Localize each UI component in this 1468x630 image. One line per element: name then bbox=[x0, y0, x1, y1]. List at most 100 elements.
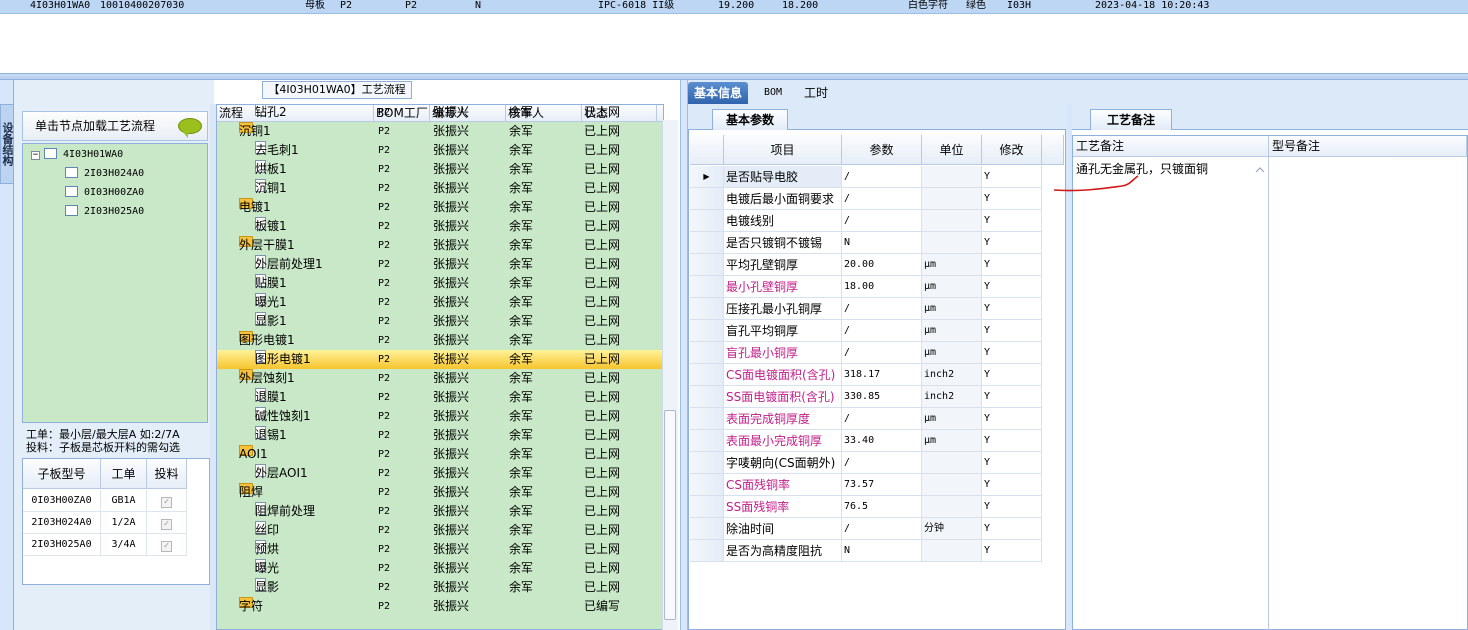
sub-grid-header[interactable]: 子板型号 bbox=[23, 459, 101, 489]
param-modified[interactable]: Y bbox=[982, 474, 1042, 496]
params-header[interactable]: 参数 bbox=[842, 135, 922, 165]
process-row[interactable]: 板镀1 P2 张振兴 余军 已上网 bbox=[217, 217, 663, 236]
process-row[interactable]: 烘板1 P2 张振兴 余军 已上网 bbox=[217, 160, 663, 179]
tree-node-child[interactable]: 0I03H00ZA0 bbox=[65, 185, 144, 201]
row-indicator[interactable] bbox=[690, 386, 724, 408]
param-value[interactable]: 18.00 bbox=[842, 276, 922, 298]
process-row[interactable]: −阻焊P2张振兴余军已上网 bbox=[217, 483, 663, 502]
param-value[interactable]: / bbox=[842, 342, 922, 364]
param-value[interactable]: / bbox=[842, 320, 922, 342]
param-item[interactable]: 最小孔壁铜厚 bbox=[724, 276, 842, 298]
sub-grid-header[interactable]: 工单 bbox=[101, 459, 147, 489]
param-item[interactable]: 电镀线别 bbox=[724, 210, 842, 232]
param-value[interactable]: / bbox=[842, 188, 922, 210]
param-value[interactable]: 76.5 bbox=[842, 496, 922, 518]
param-modified[interactable]: Y bbox=[982, 298, 1042, 320]
sub-grid-order[interactable]: GB1A bbox=[101, 490, 147, 512]
feed-checkbox[interactable]: ✓ bbox=[161, 541, 172, 552]
param-value[interactable]: / bbox=[842, 210, 922, 232]
sub-grid-order[interactable]: 3/4A bbox=[101, 534, 147, 556]
param-item[interactable]: 字唛朝向(CS面朝外) bbox=[724, 452, 842, 474]
process-row[interactable]: −图形电镀1P2张振兴余军已上网 bbox=[217, 331, 663, 350]
feed-checkbox[interactable]: ✓ bbox=[161, 519, 172, 530]
param-modified[interactable]: Y bbox=[982, 430, 1042, 452]
param-modified[interactable]: Y bbox=[982, 320, 1042, 342]
tab-basic-info[interactable]: 基本信息 bbox=[688, 82, 749, 104]
tab-device-structure[interactable]: 设备结构 bbox=[0, 104, 14, 184]
row-indicator[interactable] bbox=[690, 210, 724, 232]
process-row[interactable]: 显影 P2 张振兴 余军 已上网 bbox=[217, 578, 663, 597]
param-value[interactable]: 20.00 bbox=[842, 254, 922, 276]
param-modified[interactable]: Y bbox=[982, 408, 1042, 430]
param-modified[interactable]: Y bbox=[982, 364, 1042, 386]
row-indicator[interactable] bbox=[690, 254, 724, 276]
param-modified[interactable]: Y bbox=[982, 540, 1042, 562]
tab-bom[interactable]: BOM bbox=[758, 82, 788, 104]
process-row[interactable]: 外层前处理1 P2 张振兴 余军 已上网 bbox=[217, 255, 663, 274]
process-row[interactable]: 退膜1 P2 张振兴 余军 已上网 bbox=[217, 388, 663, 407]
tree-node-child[interactable]: 2I03H024A0 bbox=[65, 166, 144, 182]
param-modified[interactable]: Y bbox=[982, 386, 1042, 408]
row-indicator[interactable] bbox=[690, 276, 724, 298]
process-row[interactable]: 曝光 P2 张振兴 余军 已上网 bbox=[217, 559, 663, 578]
process-row[interactable]: 沉铜1 P2 张振兴 余军 已上网 bbox=[217, 179, 663, 198]
process-row[interactable]: 丝印 P2 张振兴 余军 已上网 bbox=[217, 521, 663, 540]
param-item[interactable]: CS面残铜率 bbox=[724, 474, 842, 496]
param-item[interactable]: 是否为高精度阻抗 bbox=[724, 540, 842, 562]
param-item[interactable]: 压接孔最小孔铜厚 bbox=[724, 298, 842, 320]
row-indicator[interactable] bbox=[690, 298, 724, 320]
param-item[interactable]: 表面完成铜厚度 bbox=[724, 408, 842, 430]
sub-grid-model[interactable]: 2I03H024A0 bbox=[23, 512, 101, 534]
param-item[interactable]: SS面电镀面积(含孔) bbox=[724, 386, 842, 408]
param-item[interactable]: 盲孔平均铜厚 bbox=[724, 320, 842, 342]
row-indicator[interactable] bbox=[690, 540, 724, 562]
param-value[interactable]: 33.40 bbox=[842, 430, 922, 452]
param-value[interactable]: 73.57 bbox=[842, 474, 922, 496]
param-value[interactable]: / bbox=[842, 518, 922, 540]
collapse-icon[interactable]: − bbox=[31, 151, 40, 160]
params-header[interactable]: 单位 bbox=[922, 135, 982, 165]
process-row[interactable]: −外层蚀刻1P2张振兴余军已上网 bbox=[217, 369, 663, 388]
param-value[interactable]: N bbox=[842, 540, 922, 562]
row-indicator[interactable] bbox=[690, 232, 724, 254]
param-item[interactable]: 平均孔壁铜厚 bbox=[724, 254, 842, 276]
param-modified[interactable]: Y bbox=[982, 254, 1042, 276]
sub-grid-model[interactable]: 2I03H025A0 bbox=[23, 534, 101, 556]
param-value[interactable]: / bbox=[842, 298, 922, 320]
process-row[interactable]: 预烘 P2 张振兴 余军 已上网 bbox=[217, 540, 663, 559]
sub-grid-order[interactable]: 1/2A bbox=[101, 512, 147, 534]
row-indicator[interactable] bbox=[690, 496, 724, 518]
param-item[interactable]: 表面最小完成铜厚 bbox=[724, 430, 842, 452]
tab-process-notes[interactable]: 工艺备注 bbox=[1090, 109, 1172, 130]
vertical-splitter[interactable] bbox=[680, 80, 688, 630]
tree-node-child[interactable]: 2I03H025A0 bbox=[65, 204, 144, 220]
feed-checkbox[interactable]: ✓ bbox=[161, 497, 172, 508]
param-value[interactable]: / bbox=[842, 452, 922, 474]
process-row[interactable]: −外层干膜1P2张振兴余军已上网 bbox=[217, 236, 663, 255]
param-value[interactable]: 318.17 bbox=[842, 364, 922, 386]
param-value[interactable]: N bbox=[842, 232, 922, 254]
param-modified[interactable]: Y bbox=[982, 166, 1042, 188]
row-indicator[interactable] bbox=[690, 364, 724, 386]
process-row[interactable]: −AOI1P2张振兴余军已上网 bbox=[217, 445, 663, 464]
process-row[interactable]: 显影1 P2 张振兴 余军 已上网 bbox=[217, 312, 663, 331]
param-item[interactable]: 盲孔最小铜厚 bbox=[724, 342, 842, 364]
param-value[interactable]: 330.85 bbox=[842, 386, 922, 408]
param-value[interactable]: / bbox=[842, 408, 922, 430]
param-modified[interactable]: Y bbox=[982, 518, 1042, 540]
param-modified[interactable]: Y bbox=[982, 276, 1042, 298]
tree-node-root[interactable]: − 4I03H01WA0 bbox=[31, 147, 123, 163]
process-row[interactable]: −字符P2张振兴已编写 bbox=[217, 597, 663, 616]
horizontal-splitter[interactable] bbox=[0, 73, 1468, 80]
process-row[interactable]: 贴膜1 P2 张振兴 余军 已上网 bbox=[217, 274, 663, 293]
param-modified[interactable]: Y bbox=[982, 232, 1042, 254]
row-indicator[interactable] bbox=[690, 188, 724, 210]
notes-header-process[interactable]: 工艺备注 bbox=[1073, 136, 1269, 157]
params-header[interactable]: 修改 bbox=[982, 135, 1042, 165]
tab-basic-params[interactable]: 基本参数 bbox=[712, 109, 788, 130]
notes-header-model[interactable]: 型号备注 bbox=[1269, 136, 1467, 157]
row-indicator[interactable] bbox=[690, 474, 724, 496]
param-item[interactable]: CS面电镀面积(含孔) bbox=[724, 364, 842, 386]
param-modified[interactable]: Y bbox=[982, 210, 1042, 232]
process-scrollbar-thumb[interactable] bbox=[664, 410, 676, 620]
